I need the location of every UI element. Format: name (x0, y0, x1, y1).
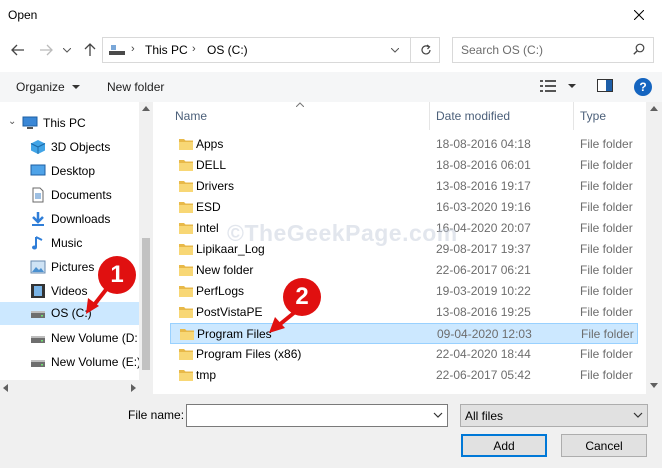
annotation-badge-1: 1 (98, 256, 136, 294)
annotation-arrows (86, 280, 302, 333)
annotation-badge-2: 2 (283, 278, 321, 316)
annotation-arrowhead-2 (269, 317, 285, 333)
